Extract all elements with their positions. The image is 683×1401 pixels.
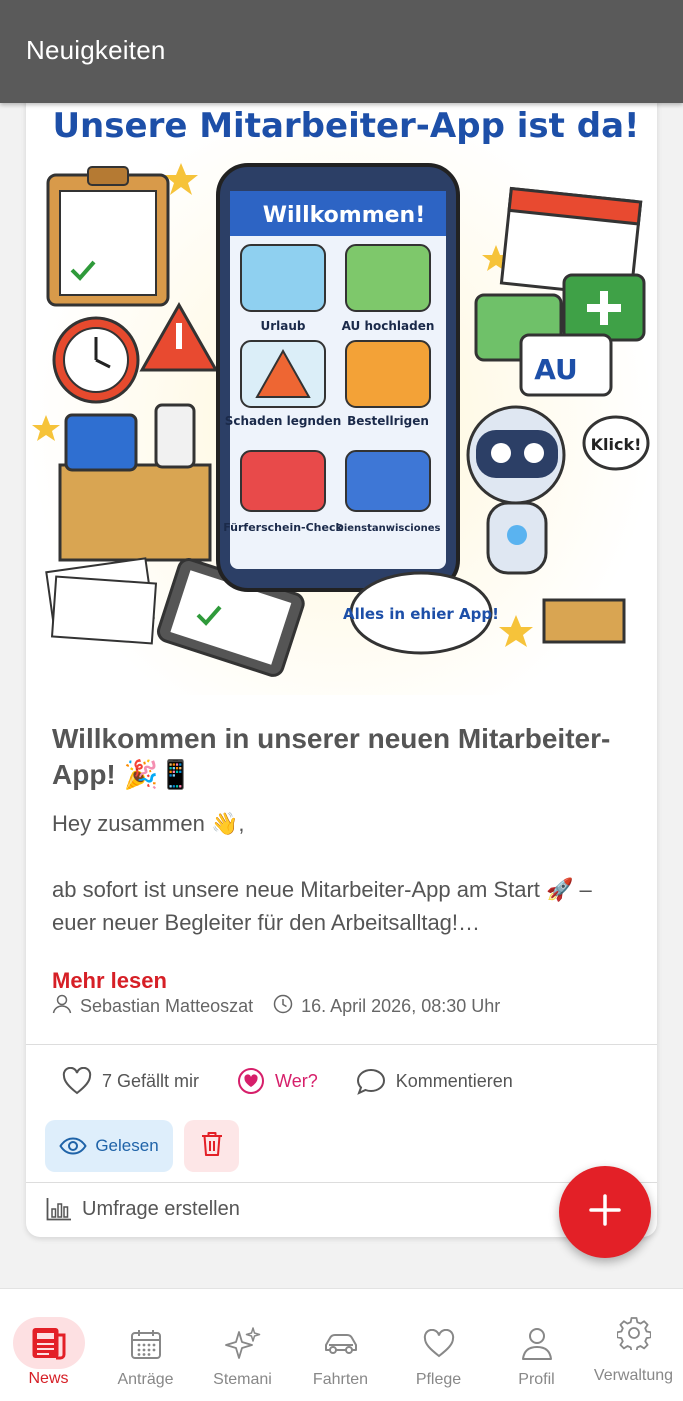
nav-item-fahrten[interactable]: Fahrten xyxy=(292,1289,389,1401)
news-post-card[interactable]: Unsere Mitarbeiter-App ist da! Willkomme… xyxy=(26,95,657,1237)
tile-label-3: Schaden legnden xyxy=(225,414,342,428)
post-date: 16. April 2026, 08:30 Uhr xyxy=(301,996,501,1016)
klick-bubble: Klick! xyxy=(582,415,650,471)
illustration-graphic: Unsere Mitarbeiter-App ist da! Willkomme… xyxy=(32,106,650,677)
create-poll-button[interactable]: Umfrage erstellen xyxy=(46,1197,240,1221)
gear-icon xyxy=(598,1307,670,1359)
heart-circle-icon xyxy=(237,1067,265,1095)
robot-drawing xyxy=(466,405,566,575)
divider xyxy=(26,1182,657,1183)
like-button[interactable]: 7 Gefällt mir xyxy=(62,1067,199,1095)
person-icon xyxy=(52,994,72,1019)
heart-outline-icon xyxy=(62,1067,92,1095)
nav-label-pflege: Pflege xyxy=(415,1371,462,1388)
post-greeting: Hey zusammen 👋, xyxy=(52,811,245,836)
nav-item-stemani[interactable]: Stemani xyxy=(194,1289,291,1401)
post-actions: 7 Gefällt mir Wer? Kommentieren xyxy=(62,1067,513,1095)
calendar-icon xyxy=(110,1318,182,1370)
sparkles-icon xyxy=(207,1318,279,1370)
post-title: Willkommen in unserer neuen Mitarbeiter-… xyxy=(52,723,611,790)
tile-label-5: Fürferschein-Check xyxy=(223,521,343,534)
heart-icon xyxy=(403,1318,475,1370)
delete-button[interactable] xyxy=(184,1120,239,1172)
box-drawing xyxy=(58,403,212,562)
read-more-link[interactable]: Mehr lesen xyxy=(52,968,167,994)
au-badge-text: AU xyxy=(534,353,578,386)
nav-label-verwaltung: Verwaltung xyxy=(593,1367,674,1384)
tile-label-2: AU hochladen xyxy=(342,319,435,333)
page-title: Neuigkeiten xyxy=(26,35,166,65)
post-illustration: Unsere Mitarbeiter-App ist da! Willkomme… xyxy=(26,95,657,695)
comment-button[interactable]: Kommentieren xyxy=(356,1067,513,1095)
who-label: Wer? xyxy=(275,1070,318,1091)
nav-item-pflege[interactable]: Pflege xyxy=(390,1289,487,1401)
svg-text:Klick!: Klick! xyxy=(591,435,642,454)
illustration-headline: Unsere Mitarbeiter-App ist da! xyxy=(52,106,639,146)
papers-drawing xyxy=(45,557,158,645)
read-status-button[interactable]: Gelesen xyxy=(45,1120,173,1172)
car-icon xyxy=(305,1318,377,1370)
bottom-navigation: News Anträge Stemani Fahrten Pflege Prof… xyxy=(0,1288,683,1401)
create-poll-label: Umfrage erstellen xyxy=(82,1197,240,1220)
nav-label-stemani: Stemani xyxy=(213,1371,272,1388)
speech-bubble-icon xyxy=(356,1067,386,1095)
phone-drawing: Willkommen! Urlaub AU hochladen Schaden … xyxy=(216,163,460,592)
who-liked-button[interactable]: Wer? xyxy=(237,1067,318,1095)
trash-icon xyxy=(201,1131,223,1162)
nav-label-news: News xyxy=(28,1370,69,1387)
app-bar: Neuigkeiten xyxy=(0,0,683,103)
comment-label: Kommentieren xyxy=(395,1070,513,1091)
read-label: Gelesen xyxy=(95,1136,159,1155)
divider xyxy=(26,1044,657,1045)
basket-drawing xyxy=(542,598,626,644)
nav-item-profil[interactable]: Profil xyxy=(488,1289,585,1401)
tile-label-1: Urlaub xyxy=(260,319,305,333)
tile-label-4: Bestellrigen xyxy=(347,414,429,428)
nav-item-verwaltung[interactable]: Verwaltung xyxy=(585,1289,682,1401)
phone-header-text: Willkommen! xyxy=(263,203,426,228)
svg-text:Alles in ehier App!: Alles in ehier App! xyxy=(343,605,499,623)
add-post-button[interactable] xyxy=(559,1166,651,1258)
nav-label-fahrten: Fahrten xyxy=(312,1371,369,1388)
like-count-label: 7 Gefällt mir xyxy=(102,1070,200,1091)
nav-label-profil: Profil xyxy=(518,1371,555,1388)
post-excerpt: ab sofort ist unsere neue Mitarbeiter-Ap… xyxy=(52,877,592,935)
nav-item-news[interactable]: News xyxy=(0,1289,97,1401)
alarm-clock-drawing xyxy=(52,316,140,404)
tile-label-6: Dienstanwisciones xyxy=(336,523,441,534)
newspaper-icon xyxy=(12,1317,85,1369)
plus-icon xyxy=(588,1193,622,1232)
bar-chart-icon xyxy=(46,1197,72,1221)
eye-icon xyxy=(59,1137,88,1155)
clipboard-drawing xyxy=(46,166,170,307)
nav-label-antraege: Anträge xyxy=(117,1371,174,1388)
post-meta: Sebastian Matteoszat 16. April 2026, 08:… xyxy=(52,994,500,1019)
nav-item-antraege[interactable]: Anträge xyxy=(97,1289,194,1401)
person-icon xyxy=(501,1318,573,1370)
clock-icon xyxy=(273,994,293,1019)
post-author: Sebastian Matteoszat xyxy=(80,996,254,1016)
